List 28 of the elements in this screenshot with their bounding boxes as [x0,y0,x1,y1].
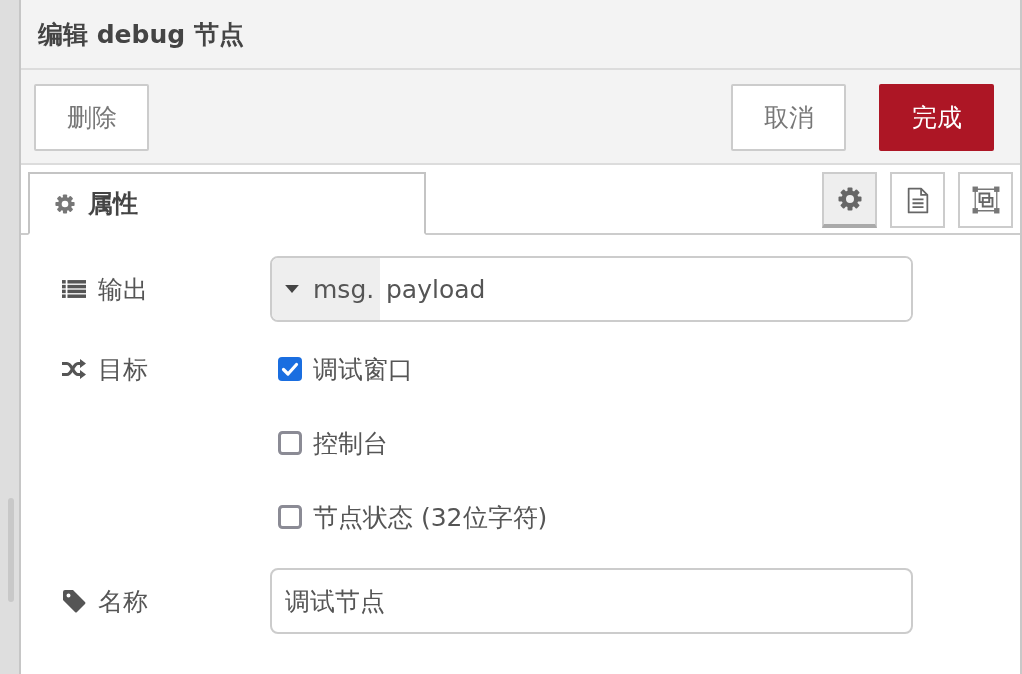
tag-icon [62,589,86,613]
checkbox[interactable] [278,357,302,381]
tab-button[interactable] [890,172,945,228]
dialog-title: 编辑 debug 节点 [38,18,244,51]
tab[interactable]: 属性 [28,172,426,235]
field-label: 名称 [98,585,148,618]
checkbox[interactable] [278,505,302,529]
list-icon [62,280,86,298]
field-label: 输出 [98,273,148,306]
frame-icon [971,186,1000,214]
checkbox-label[interactable]: 节点状态 (32位字符) [313,500,548,534]
name-input[interactable]: 调试节点 [270,568,913,634]
settings-icon [55,193,75,214]
caret-icon [285,285,299,293]
type-select-button[interactable]: msg. [272,258,380,320]
tab-button[interactable] [958,172,1013,228]
done-button[interactable]: 完成 [879,84,994,151]
settings-icon [837,187,862,211]
shuffle-icon [62,359,86,379]
tab-button[interactable] [822,172,877,228]
field-label: 目标 [98,353,148,386]
checkbox[interactable] [278,431,302,455]
dialog-button[interactable]: 删除 [34,84,149,151]
checkbox-label[interactable]: 控制台 [313,426,388,460]
dialog-button[interactable]: 取消 [731,84,846,151]
checkbox-label[interactable]: 调试窗口 [313,352,413,386]
document-icon [906,186,929,214]
typed-input-field[interactable]: msg. payload [270,256,913,322]
